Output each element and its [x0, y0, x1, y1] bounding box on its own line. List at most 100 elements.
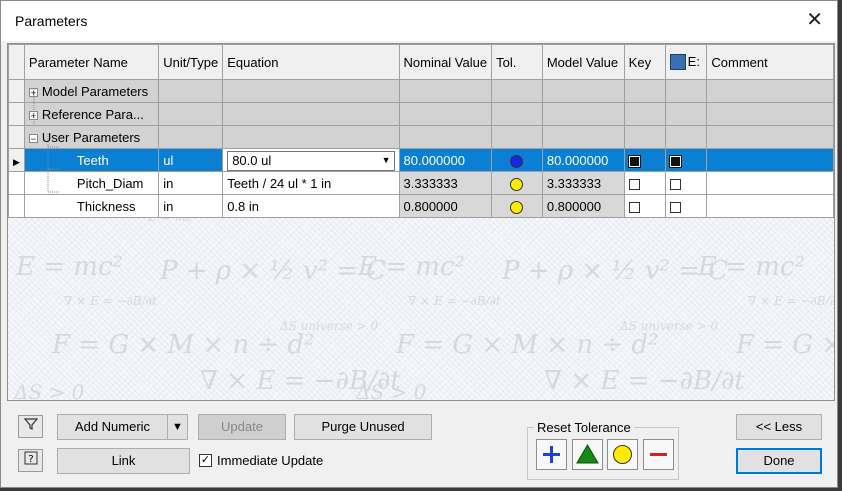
unit-cell[interactable]: in	[158, 194, 224, 218]
group-row-model[interactable]: + Model Parameters	[8, 79, 834, 103]
parameters-table: Parameter Name Unit/Type Equation Nomina…	[8, 44, 834, 218]
empty-cell	[623, 79, 666, 103]
empty-cell	[398, 79, 493, 103]
tolerance-cell[interactable]	[491, 194, 543, 218]
add-numeric-dropdown[interactable]: ▼	[167, 414, 188, 440]
column-header-comment[interactable]: Comment	[706, 44, 834, 80]
upper-tolerance-button[interactable]	[536, 439, 567, 470]
empty-cell	[222, 79, 400, 103]
column-header-key[interactable]: Key	[623, 44, 666, 80]
column-header-nominal[interactable]: Nominal Value	[398, 44, 493, 80]
export-cell[interactable]	[664, 194, 708, 218]
model-value-cell: 0.800000	[541, 194, 625, 218]
parameters-grid: E = mc² P + ρ × ½ v² = C E = mc² P + ρ ×…	[7, 43, 835, 401]
add-numeric-button[interactable]: Add Numeric	[57, 414, 168, 440]
triangle-icon	[576, 444, 599, 464]
background-formula: E = mc²	[358, 252, 465, 282]
empty-cell	[398, 102, 493, 126]
done-button[interactable]: Done	[736, 448, 822, 474]
unit-cell[interactable]: in	[158, 171, 224, 195]
group-row-reference[interactable]: + Reference Para...	[8, 102, 834, 126]
tolerance-nominal-icon[interactable]	[510, 177, 524, 191]
empty-cell	[398, 125, 493, 149]
tolerance-median-icon[interactable]	[510, 154, 524, 168]
equation-combobox[interactable]: 80.0 ul ▼	[227, 150, 395, 171]
export-cell[interactable]	[664, 171, 708, 195]
background-formula: P + ρ × ½ v² = C	[502, 256, 729, 286]
empty-cell	[706, 102, 834, 126]
export-header-label: E:	[687, 53, 700, 69]
parameter-row[interactable]: Pitch_Diam in Teeth / 24 ul * 1 in 3.333…	[8, 171, 834, 195]
immediate-update-checkbox[interactable]: ✓	[199, 454, 212, 467]
key-checkbox[interactable]	[628, 201, 640, 213]
empty-cell	[541, 125, 625, 149]
empty-cell	[706, 125, 834, 149]
key-cell[interactable]	[623, 148, 666, 172]
equation-cell[interactable]: 80.0 ul ▼	[222, 148, 400, 172]
column-header-unit[interactable]: Unit/Type	[158, 44, 224, 80]
comment-cell[interactable]	[706, 148, 834, 172]
link-button[interactable]: Link	[57, 448, 190, 474]
empty-cell	[491, 79, 543, 103]
model-value-cell: 3.333333	[541, 171, 625, 195]
median-tolerance-button[interactable]	[572, 439, 603, 470]
column-header-equation[interactable]: Equation	[222, 44, 400, 80]
key-cell[interactable]	[623, 194, 666, 218]
key-checkbox[interactable]	[628, 178, 640, 190]
equation-cell[interactable]: Teeth / 24 ul * 1 in	[222, 171, 400, 195]
less-button[interactable]: << Less	[736, 414, 822, 440]
nominal-value-cell: 0.800000	[398, 194, 493, 218]
unit-cell[interactable]: ul	[158, 148, 224, 172]
key-cell[interactable]	[623, 171, 666, 195]
tolerance-cell[interactable]	[491, 148, 543, 172]
empty-cell	[222, 125, 400, 149]
column-header-model-value[interactable]: Model Value	[541, 44, 625, 80]
nominal-tolerance-button[interactable]	[607, 439, 638, 470]
minus-icon	[650, 453, 667, 456]
key-checkbox[interactable]	[627, 154, 641, 168]
chevron-down-icon: ▼	[172, 421, 183, 433]
export-checkbox[interactable]	[668, 154, 682, 168]
help-icon[interactable]: ?	[18, 449, 43, 472]
background-formula: ∇ × E = −∂B/∂t	[408, 294, 501, 308]
export-checkbox[interactable]	[669, 178, 681, 190]
purge-unused-button[interactable]: Purge Unused	[294, 414, 432, 440]
header-row: Parameter Name Unit/Type Equation Nomina…	[8, 44, 834, 80]
nominal-value-cell: 80.000000	[398, 148, 493, 172]
empty-cell	[158, 125, 224, 149]
export-cell[interactable]	[664, 148, 708, 172]
tolerance-nominal-icon[interactable]	[510, 200, 524, 214]
filter-icon[interactable]	[18, 415, 43, 438]
empty-cell	[664, 79, 708, 103]
background-formula: E = mc²	[698, 252, 805, 282]
tolerance-cell[interactable]	[491, 171, 543, 195]
update-button[interactable]: Update	[198, 414, 286, 440]
comment-cell[interactable]	[706, 194, 834, 218]
svg-text:?: ?	[28, 454, 33, 465]
background-formula: F = G × M × n ÷ d²	[52, 330, 315, 360]
background-formula: P + ρ × ½ v² = C	[160, 256, 387, 286]
close-icon[interactable]: ✕	[806, 9, 823, 31]
reset-tolerance-label: Reset Tolerance	[534, 420, 634, 435]
equation-cell[interactable]: 0.8 in	[222, 194, 400, 218]
background-formula: ∇ × E = −∂B/∂t	[544, 366, 745, 396]
column-header-tolerance[interactable]: Tol.	[491, 44, 543, 80]
background-formula: ∇ × E = −∂B/∂t	[748, 294, 835, 308]
lower-tolerance-button[interactable]	[643, 439, 674, 470]
empty-cell	[623, 125, 666, 149]
empty-cell	[541, 79, 625, 103]
background-formula: ∇ × E = −∂B/∂t	[64, 294, 157, 308]
column-header-export[interactable]: E:	[664, 44, 708, 80]
parameter-row[interactable]: Thickness in 0.8 in 0.800000 0.800000	[8, 194, 834, 218]
group-row-user[interactable]: − User Parameters	[8, 125, 834, 149]
immediate-update-label: Immediate Update	[217, 453, 324, 468]
comment-cell[interactable]	[706, 171, 834, 195]
empty-cell	[664, 125, 708, 149]
parameter-row[interactable]: ▶ Teeth ul 80.0 ul ▼ 80.000000 80.000000	[8, 148, 834, 172]
empty-cell	[664, 102, 708, 126]
plus-icon	[543, 446, 560, 463]
export-checkbox[interactable]	[669, 201, 681, 213]
dropdown-arrow-icon[interactable]: ▼	[382, 152, 391, 169]
background-formula: ΔS > 0	[356, 380, 427, 401]
model-value-cell: 80.000000	[541, 148, 625, 172]
